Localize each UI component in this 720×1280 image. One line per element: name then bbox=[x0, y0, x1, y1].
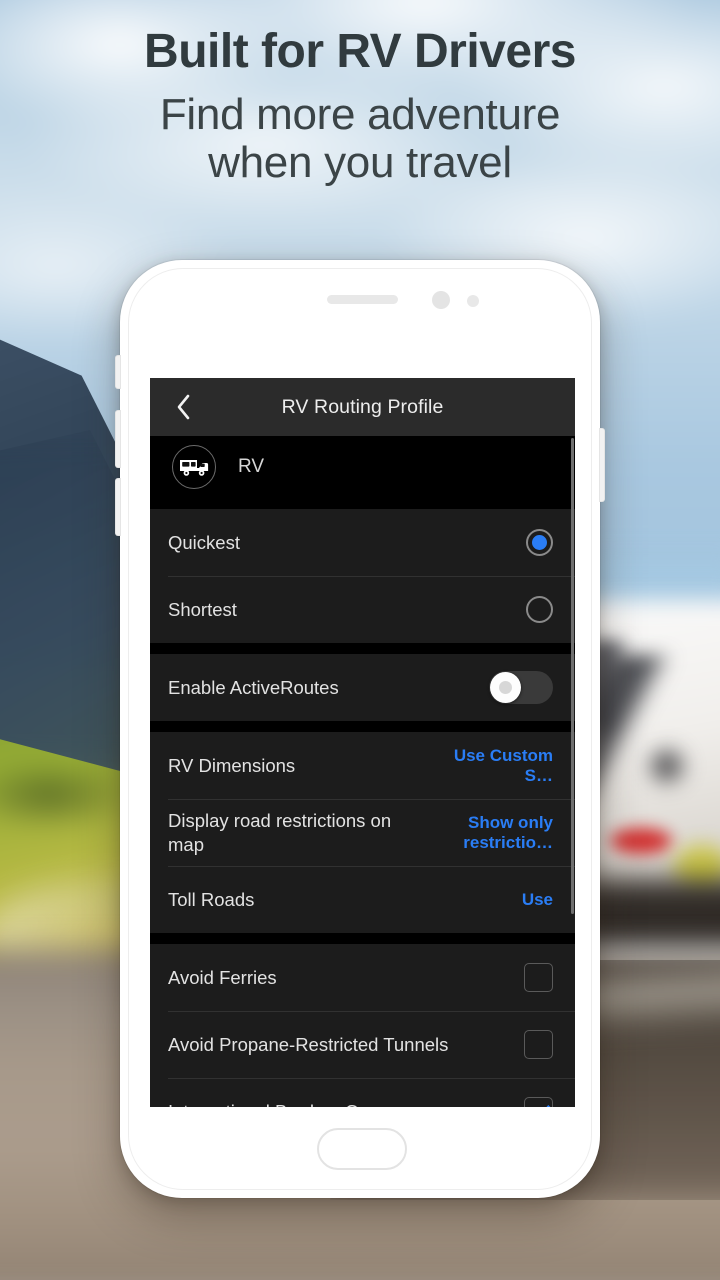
toggle-knob bbox=[490, 672, 521, 703]
row-value-toll-roads[interactable]: Use bbox=[522, 890, 553, 909]
front-camera-icon bbox=[432, 291, 450, 309]
rv-motorhome-glyph bbox=[180, 460, 209, 476]
vehicle-profile-row[interactable]: RV bbox=[150, 436, 575, 498]
radio-shortest[interactable] bbox=[526, 596, 553, 623]
section-divider bbox=[150, 721, 575, 732]
checkbox-avoid-ferries[interactable] bbox=[524, 963, 553, 992]
power-button[interactable] bbox=[599, 428, 605, 502]
vehicle-profile-name: RV bbox=[238, 456, 265, 477]
home-button[interactable] bbox=[317, 1128, 407, 1170]
checkbox-international-borders-open[interactable] bbox=[524, 1097, 553, 1107]
row-label: Display road restrictions on map bbox=[168, 810, 392, 855]
proximity-sensor-icon bbox=[467, 295, 479, 307]
list-item-enable-activeroutes[interactable]: Enable ActiveRoutes bbox=[150, 654, 575, 721]
headline-subtitle-line-2: when you travel bbox=[208, 138, 512, 188]
row-value-rv-dimensions[interactable]: Use Custom S… bbox=[435, 746, 553, 784]
phone-mockup: RV Routing Profile RV Quickest Shortest … bbox=[115, 260, 605, 1198]
promo-headline: Built for RV Drivers Find more adventure… bbox=[0, 24, 720, 187]
section-divider bbox=[150, 498, 575, 509]
page-title: RV Routing Profile bbox=[281, 395, 444, 418]
headline-title: Built for RV Drivers bbox=[144, 25, 576, 78]
row-label: Avoid Propane-Restricted Tunnels bbox=[168, 1033, 449, 1055]
row-label: RV Dimensions bbox=[168, 754, 296, 776]
volume-up-button[interactable] bbox=[115, 410, 121, 468]
section-route-type: Quickest Shortest bbox=[150, 509, 575, 643]
list-item-quickest[interactable]: Quickest bbox=[150, 509, 575, 576]
checkbox-avoid-propane-tunnels[interactable] bbox=[524, 1030, 553, 1059]
list-item-toll-roads[interactable]: Toll Roads Use bbox=[150, 866, 575, 933]
row-label: Shortest bbox=[168, 598, 237, 620]
headline-subtitle-line-1: Find more adventure bbox=[159, 89, 561, 139]
list-item-shortest[interactable]: Shortest bbox=[150, 576, 575, 643]
radio-dot bbox=[532, 535, 547, 550]
radio-quickest[interactable] bbox=[526, 529, 553, 556]
list-item-avoid-propane-tunnels[interactable]: Avoid Propane-Restricted Tunnels bbox=[150, 1011, 575, 1078]
back-button[interactable] bbox=[166, 390, 200, 424]
list-item-display-road-restrictions[interactable]: Display road restrictions on map Show on… bbox=[150, 799, 575, 866]
list-item-international-borders-open[interactable]: International Borders Open bbox=[150, 1078, 575, 1107]
taillight bbox=[610, 828, 672, 854]
section-divider bbox=[150, 643, 575, 654]
row-label: Toll Roads bbox=[168, 888, 255, 910]
speaker-grille-icon bbox=[327, 295, 398, 304]
headline-subtitle: Find more adventure when you travel bbox=[0, 89, 720, 188]
app-header: RV Routing Profile bbox=[150, 378, 575, 436]
row-label: Enable ActiveRoutes bbox=[168, 676, 339, 698]
section-divider bbox=[150, 933, 575, 944]
section-avoidances: Avoid Ferries Avoid Propane-Restricted T… bbox=[150, 944, 575, 1107]
section-active-routes: Enable ActiveRoutes bbox=[150, 654, 575, 721]
scrollbar-thumb[interactable] bbox=[571, 438, 574, 914]
row-label: Quickest bbox=[168, 531, 240, 553]
toggle-enable-activeroutes[interactable] bbox=[489, 671, 553, 704]
list-item-avoid-ferries[interactable]: Avoid Ferries bbox=[150, 944, 575, 1011]
phone-screen: RV Routing Profile RV Quickest Shortest … bbox=[150, 378, 575, 1107]
chevron-left-icon bbox=[177, 394, 189, 420]
volume-down-button[interactable] bbox=[115, 478, 121, 536]
row-label: Avoid Ferries bbox=[168, 966, 277, 988]
mute-switch-button[interactable] bbox=[115, 355, 121, 389]
rv-motorhome-icon bbox=[172, 445, 216, 489]
row-label: International Borders Open bbox=[168, 1100, 524, 1107]
list-item-rv-dimensions[interactable]: RV Dimensions Use Custom S… bbox=[150, 732, 575, 799]
section-dimensions-restrictions: RV Dimensions Use Custom S… Display road… bbox=[150, 732, 575, 933]
row-value-display-road-restrictions[interactable]: Show only restrictio… bbox=[435, 813, 553, 851]
